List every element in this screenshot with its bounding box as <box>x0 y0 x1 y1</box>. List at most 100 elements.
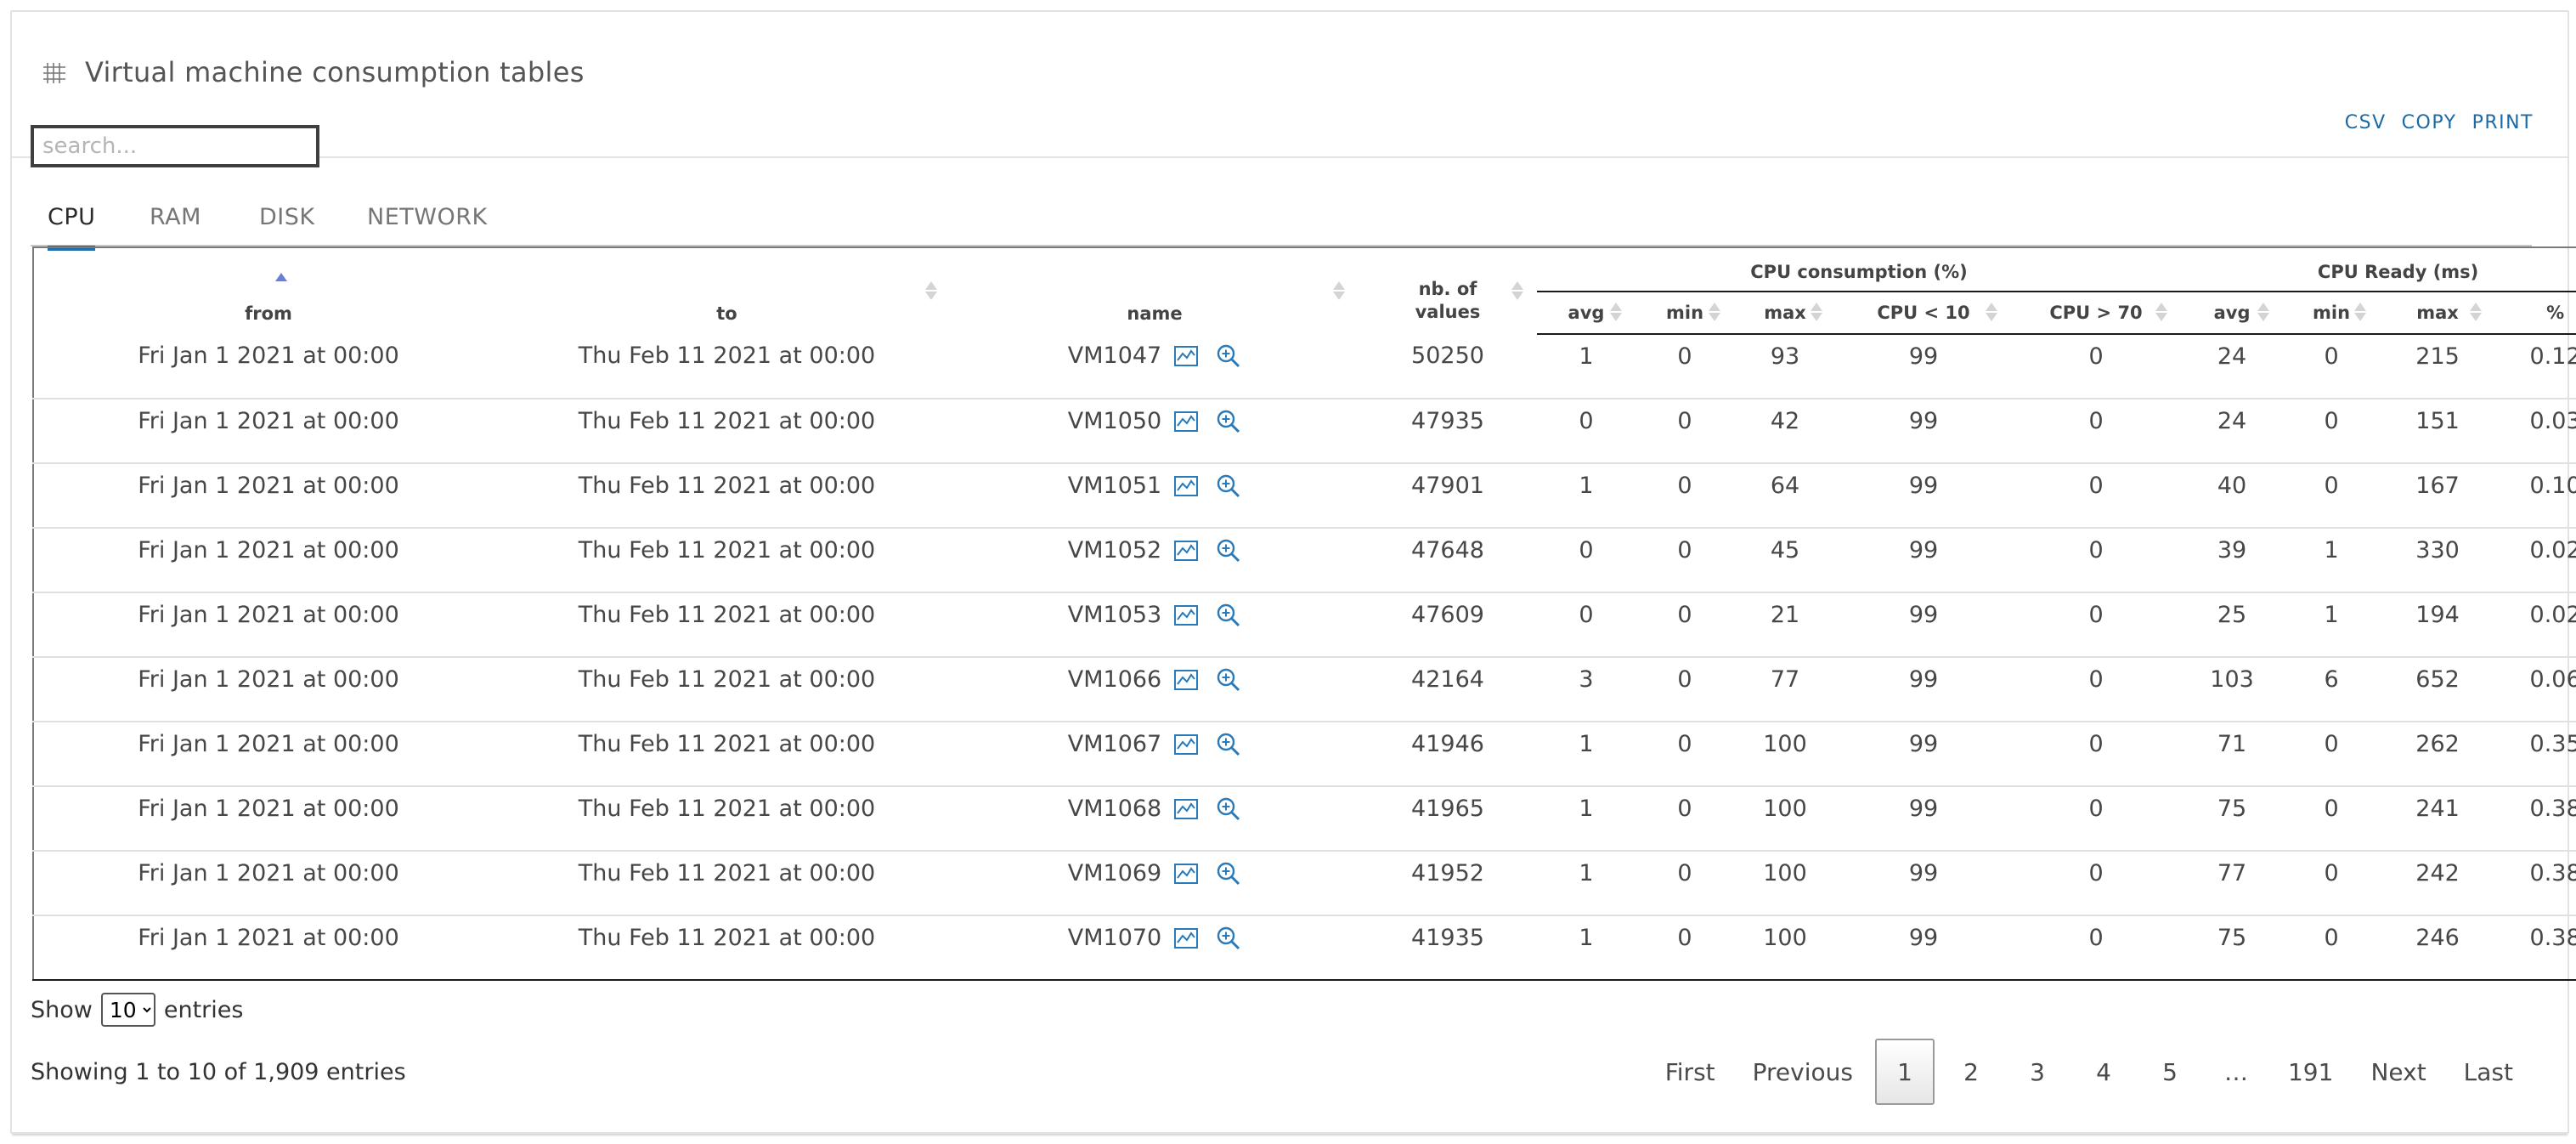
cell-to: Thu Feb 11 2021 at 00:00 <box>503 592 951 658</box>
vm-name-wrap: VM1053 <box>1068 593 1241 628</box>
cell-avg: 1 <box>1537 722 1635 787</box>
cell-min: 0 <box>1635 592 1734 658</box>
cell-avg: 3 <box>1537 657 1635 722</box>
first-page-button[interactable]: First <box>1650 1039 1731 1105</box>
vm-name-wrap: VM1067 <box>1068 722 1241 757</box>
zoom-icon[interactable] <box>1216 732 1241 757</box>
cell-ready-min: 1 <box>2283 528 2381 593</box>
zoom-icon[interactable] <box>1216 538 1241 564</box>
col-from[interactable]: from <box>33 246 503 334</box>
col-nb-values[interactable]: nb. of values <box>1359 246 1537 334</box>
cell-ready-avg: 25 <box>2181 592 2284 658</box>
vm-name-wrap: VM1070 <box>1068 916 1241 951</box>
chart-icon[interactable] <box>1173 926 1199 951</box>
cell-max: 93 <box>1734 334 1836 399</box>
zoom-icon[interactable] <box>1216 473 1241 499</box>
cell-ready-avg: 24 <box>2181 399 2284 464</box>
chart-icon[interactable] <box>1173 603 1199 628</box>
cell-ready-max: 151 <box>2380 399 2496 464</box>
chart-icon[interactable] <box>1173 409 1199 434</box>
chart-icon[interactable] <box>1173 732 1199 757</box>
table-row: Fri Jan 1 2021 at 00:00 Thu Feb 11 2021 … <box>33 851 2576 916</box>
cell-cpu-gt70: 0 <box>2011 851 2182 916</box>
next-page-button[interactable]: Next <box>2355 1039 2441 1105</box>
zoom-icon[interactable] <box>1216 926 1241 951</box>
page-button-4[interactable]: 4 <box>2074 1039 2133 1105</box>
cell-nb-values: 47901 <box>1359 463 1537 529</box>
cell-ready-max: 330 <box>2380 528 2496 593</box>
col-avg-label: avg <box>1568 303 1605 323</box>
page-button-5[interactable]: 5 <box>2140 1039 2200 1105</box>
cell-ready-min: 0 <box>2283 722 2381 787</box>
cell-avg: 0 <box>1537 528 1635 593</box>
col-min[interactable]: min <box>1635 292 1734 335</box>
page-length-control: Show 10 entries <box>31 993 243 1027</box>
cell-name: VM1066 <box>951 657 1359 722</box>
chart-icon[interactable] <box>1173 343 1199 369</box>
zoom-icon[interactable] <box>1216 667 1241 693</box>
col-ready-min[interactable]: min <box>2283 292 2381 335</box>
zoom-icon[interactable] <box>1216 343 1241 369</box>
cell-max: 100 <box>1734 915 1836 981</box>
col-ready-max[interactable]: max <box>2380 292 2496 335</box>
chart-icon[interactable] <box>1173 473 1199 499</box>
page-length-select[interactable]: 10 <box>100 993 155 1027</box>
vm-name: VM1051 <box>1067 473 1162 499</box>
tab-cpu[interactable]: CPU <box>48 204 96 251</box>
cell-min: 0 <box>1635 722 1734 787</box>
col-avg[interactable]: avg <box>1537 292 1635 335</box>
cell-ready-pct: 0.06 <box>2495 657 2576 722</box>
cell-cpu-gt70: 0 <box>2011 463 2182 529</box>
copy-button[interactable]: COPY <box>2402 112 2457 133</box>
csv-button[interactable]: CSV <box>2345 112 2387 133</box>
previous-page-button[interactable]: Previous <box>1737 1039 1868 1105</box>
cell-from: Fri Jan 1 2021 at 00:00 <box>33 722 503 787</box>
tab-network[interactable]: NETWORK <box>367 204 488 246</box>
table-row: Fri Jan 1 2021 at 00:00 Thu Feb 11 2021 … <box>33 722 2576 787</box>
col-ready-avg[interactable]: avg <box>2181 292 2284 335</box>
chart-icon[interactable] <box>1173 796 1199 822</box>
cell-ready-avg: 24 <box>2181 334 2284 399</box>
sort-icon <box>1610 301 1622 325</box>
chart-icon[interactable] <box>1173 861 1199 886</box>
cell-to: Thu Feb 11 2021 at 00:00 <box>503 915 951 981</box>
vm-name: VM1050 <box>1067 408 1162 434</box>
col-max[interactable]: max <box>1734 292 1836 335</box>
page-button-1[interactable]: 1 <box>1874 1039 1935 1105</box>
cell-ready-min: 0 <box>2283 851 2381 916</box>
cell-ready-max: 194 <box>2380 592 2496 658</box>
cell-from: Fri Jan 1 2021 at 00:00 <box>33 851 503 916</box>
cell-cpu-gt70: 0 <box>2011 399 2182 464</box>
search-input[interactable] <box>31 125 319 167</box>
chart-icon[interactable] <box>1173 667 1199 693</box>
zoom-icon[interactable] <box>1216 796 1241 822</box>
col-name[interactable]: name <box>951 246 1359 334</box>
tab-ram[interactable]: RAM <box>150 204 201 246</box>
cell-name: VM1051 <box>951 463 1359 529</box>
cell-cpu-gt70: 0 <box>2011 915 2182 981</box>
zoom-icon[interactable] <box>1216 861 1241 886</box>
col-cpu-lt10[interactable]: CPU < 10 <box>1836 292 2011 335</box>
col-cpu-gt70[interactable]: CPU > 70 <box>2011 292 2182 335</box>
print-button[interactable]: PRINT <box>2472 112 2534 133</box>
cell-name: VM1069 <box>951 851 1359 916</box>
cell-from: Fri Jan 1 2021 at 00:00 <box>33 592 503 658</box>
zoom-icon[interactable] <box>1216 409 1241 434</box>
cell-cpu-lt10: 99 <box>1836 915 2011 981</box>
sort-icon <box>1511 280 1523 303</box>
zoom-icon[interactable] <box>1216 603 1241 628</box>
page-button-2[interactable]: 2 <box>1941 1039 2001 1105</box>
col-to-label: to <box>716 303 737 324</box>
col-ready-pct[interactable]: % <box>2495 292 2576 335</box>
tab-disk[interactable]: DISK <box>259 204 315 246</box>
last-page-button[interactable]: Last <box>2449 1039 2528 1105</box>
cell-ready-pct: 0.12 <box>2495 334 2576 399</box>
page-button-191[interactable]: 191 <box>2273 1039 2348 1105</box>
col-to[interactable]: to <box>503 246 951 334</box>
cell-name: VM1070 <box>951 915 1359 981</box>
group-cpu-consumption: CPU consumption (%) <box>1537 246 2182 292</box>
chart-icon[interactable] <box>1173 538 1199 564</box>
cell-ready-avg: 75 <box>2181 915 2284 981</box>
cell-ready-max: 242 <box>2380 851 2496 916</box>
page-button-3[interactable]: 3 <box>2008 1039 2067 1105</box>
